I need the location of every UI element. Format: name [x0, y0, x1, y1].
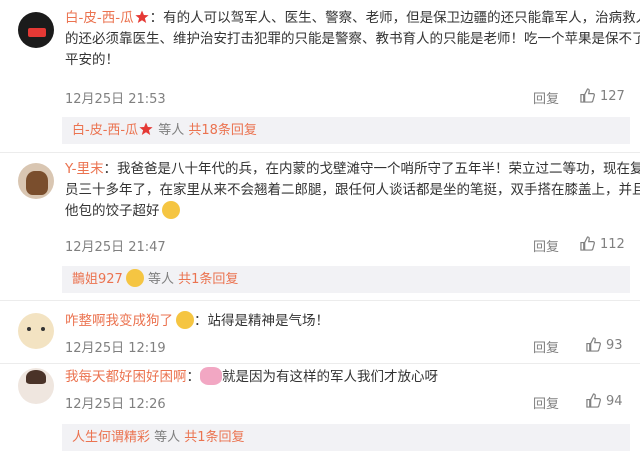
reply-user[interactable]: 人生何谓精彩	[72, 430, 150, 445]
comment-line: 的还必须靠医生、维护治安打击犯罪的只能是警察、教书育人的只能是老师！吃一个苹果是…	[65, 31, 640, 47]
comment-time: 12月25日 12:19	[65, 341, 166, 356]
comment-time: 12月25日 21:53	[65, 92, 166, 107]
reply-user[interactable]: 鵲姐927	[72, 272, 123, 287]
thumbs-up-icon	[580, 88, 595, 103]
smile-emoji-icon	[176, 311, 194, 329]
reply-count-link[interactable]: 共18条回复	[188, 123, 257, 138]
reply-preview[interactable]: 白-皮-西-瓜 等人 共18条回复	[62, 117, 630, 144]
reply-user[interactable]: 白-皮-西-瓜	[72, 123, 138, 138]
star-badge-icon	[135, 10, 149, 23]
avatar[interactable]	[18, 368, 54, 404]
comment-text: Y-里末：我爸爸是八十年代的兵，在内蒙的戈壁滩守一个哨所守了五年半！荣立过二等功…	[65, 159, 640, 222]
comment-3: 咋整啊我变成狗了 ：站得是精神是气场！ 12月25日 12:19 回复 93	[0, 301, 640, 363]
comment-line: 站得是精神是气场！	[207, 313, 330, 329]
like-count: 93	[606, 338, 623, 353]
like-button[interactable]: 93	[586, 337, 623, 353]
avatar[interactable]	[18, 12, 54, 48]
reply-button[interactable]: 回复	[533, 236, 559, 255]
like-button[interactable]: 112	[580, 236, 625, 252]
comment-time: 12月25日 21:47	[65, 240, 166, 255]
comment-time: 12月25日 12:26	[65, 397, 166, 412]
username[interactable]: 咋整啊我变成狗了	[65, 313, 173, 329]
like-count: 94	[606, 394, 623, 409]
like-button[interactable]: 94	[586, 393, 623, 409]
username[interactable]: 白-皮-西-瓜	[65, 10, 134, 26]
avatar[interactable]	[18, 163, 54, 199]
comment-1: 白-皮-西-瓜 ：有的人可以驾军人、医生、警察、老师，但是保卫边疆的还只能靠军人，…	[0, 0, 640, 150]
comment-line: 有的人可以驾军人、医生、警察、老师，但是保卫边疆的还只能靠军人，治病救人	[163, 10, 640, 26]
avatar[interactable]	[18, 313, 54, 349]
comment-2: Y-里末：我爸爸是八十年代的兵，在内蒙的戈壁滩守一个哨所守了五年半！荣立过二等功…	[0, 153, 640, 298]
thumbs-up-icon	[580, 236, 595, 251]
reply-preview[interactable]: 人生何谓精彩 等人 共1条回复	[62, 424, 630, 451]
smile-emoji-icon	[161, 201, 180, 219]
username[interactable]: Y-里末	[65, 161, 104, 177]
comment-line: 他包的饺子超好	[65, 203, 160, 219]
reply-button[interactable]: 回复	[533, 393, 559, 412]
comment-line: 平安的！	[65, 52, 119, 68]
star-badge-icon	[139, 122, 153, 135]
reply-preview[interactable]: 鵲姐927 等人 共1条回复	[62, 266, 630, 293]
reply-count-link[interactable]: 共1条回复	[178, 272, 238, 287]
reply-button[interactable]: 回复	[533, 337, 559, 356]
thumbs-up-icon	[586, 337, 601, 352]
comment-text: 我每天都好困好困啊： 就是因为有这样的军人我们才放心呀	[65, 367, 438, 385]
like-count: 127	[600, 89, 625, 104]
comment-text: 咋整啊我变成狗了 ：站得是精神是气场！	[65, 311, 330, 329]
like-count: 112	[600, 237, 625, 252]
reply-count-link[interactable]: 共1条回复	[184, 430, 244, 445]
reply-button[interactable]: 回复	[533, 88, 559, 107]
comment-4: 我每天都好困好困啊： 就是因为有这样的军人我们才放心呀 12月25日 12:26 …	[0, 364, 640, 456]
comment-line: 员三十多年了，在家里从来不会翘着二郎腿，跟任何人谈话都是坐的笔挺，双手搭在膝盖上…	[65, 182, 640, 198]
thumbs-up-icon	[586, 393, 601, 408]
comment-line: 我爸爸是八十年代的兵，在内蒙的戈壁滩守一个哨所守了五年半！荣立过二等功，现在复	[117, 161, 640, 177]
username[interactable]: 我每天都好困好困啊	[65, 369, 187, 385]
comment-line: 就是因为有这样的军人我们才放心呀	[222, 369, 438, 385]
smile-emoji-icon	[125, 269, 144, 287]
smile-emoji-icon	[200, 367, 222, 385]
comment-text: 白-皮-西-瓜 ：有的人可以驾军人、医生、警察、老师，但是保卫边疆的还只能靠军人，…	[65, 8, 640, 71]
like-button[interactable]: 127	[580, 88, 625, 104]
